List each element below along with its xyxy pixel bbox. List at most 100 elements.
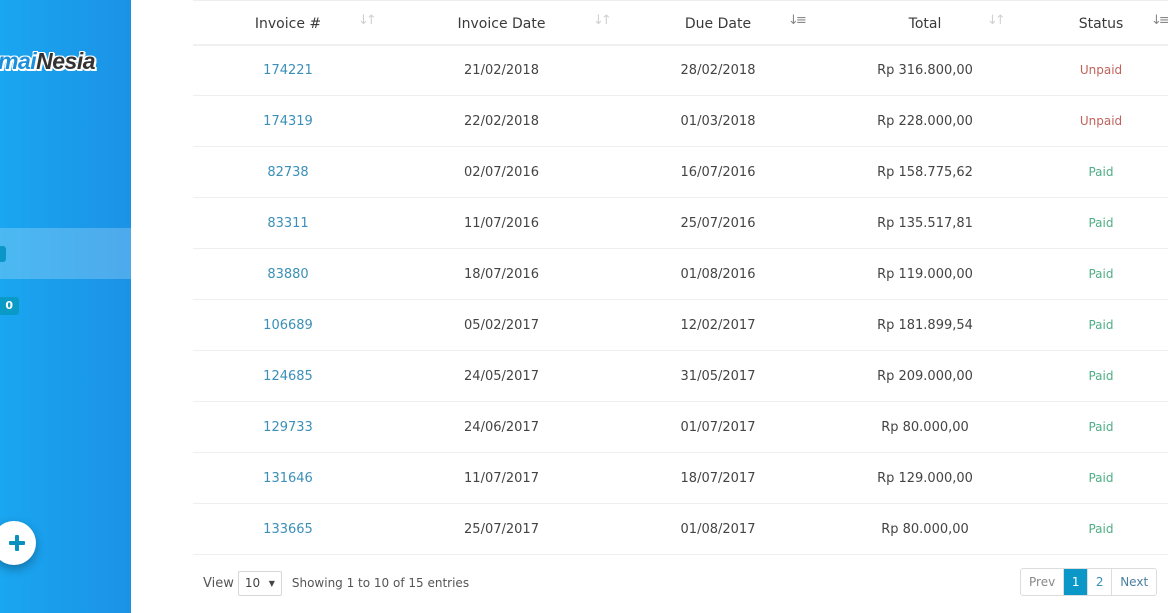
due-date-cell: 18/07/2017: [680, 470, 756, 486]
invoice-number-cell: 174221: [193, 45, 383, 96]
table-row: 133665 25/07/2017 01/08/2017 Rp 80.000,00 Pa…: [193, 504, 1168, 555]
invoice-number-cell: 124685: [193, 351, 383, 402]
invoice-number-cell: 83880: [193, 249, 383, 300]
invoice-link[interactable]: 133665: [263, 522, 313, 537]
sidebar-item-active[interactable]: [0, 228, 131, 279]
column-label: Total: [908, 16, 942, 33]
table-row: 174221 21/02/2018 28/02/2018 Rp 316.800,00 U…: [193, 45, 1168, 96]
column-header-status[interactable]: Status ↓≡: [1034, 1, 1168, 45]
column-label: Invoice Date: [457, 16, 546, 33]
total-cell: Rp 158.775,62: [877, 164, 973, 180]
table-row: 124685 24/05/2017 31/05/2017 Rp 209.000,00 P…: [193, 351, 1168, 402]
page-size-select[interactable]: 10 ▼: [237, 570, 282, 596]
page-button-2[interactable]: 2: [1088, 569, 1113, 595]
table-header-row: Invoice # ↓↑ Invoice Date ↓↑ Due Date ↓≡…: [193, 0, 1168, 45]
invoice-date-cell: 22/02/2018: [464, 113, 539, 129]
table-footer: View 10 ▼ Showing 1 to 10 of 15 entries: [203, 570, 469, 596]
logo-text-part2: Nesia: [36, 48, 96, 74]
table-row: 83880 18/07/2016 01/08/2016 Rp 119.000,00 Pa…: [193, 249, 1168, 300]
total-cell: Rp 316.800,00: [877, 62, 973, 78]
invoice-link[interactable]: 174319: [263, 114, 313, 129]
sidebar-item-indicator: [0, 246, 6, 262]
status-badge: Paid: [1088, 318, 1114, 332]
table-row: 129733 24/06/2017 01/07/2017 Rp 80.000,00 Pa…: [193, 402, 1168, 453]
invoice-date-cell: 21/02/2018: [464, 62, 539, 78]
sort-descending-icon[interactable]: ↓≡: [1151, 13, 1168, 28]
invoice-date-cell: 11/07/2017: [464, 470, 539, 486]
invoice-date-cell: 24/05/2017: [464, 368, 539, 384]
status-badge: Paid: [1088, 522, 1114, 536]
status-badge: Paid: [1088, 216, 1114, 230]
table-row: 83311 11/07/2016 25/07/2016 Rp 135.517,81 Pa…: [193, 198, 1168, 249]
invoice-link[interactable]: 82738: [267, 165, 308, 180]
total-cell: Rp 129.000,00: [877, 470, 973, 486]
invoice-link[interactable]: 106689: [263, 318, 313, 333]
invoice-date-cell: 05/02/2017: [464, 317, 539, 333]
plus-icon: [9, 535, 25, 551]
invoice-number-cell: 82738: [193, 147, 383, 198]
due-date-cell: 01/07/2017: [680, 419, 756, 435]
invoice-date-cell: 24/06/2017: [464, 419, 539, 435]
invoice-date-cell: 18/07/2016: [464, 266, 539, 282]
due-date-cell: 31/05/2017: [680, 368, 756, 384]
invoice-number-cell: 131646: [193, 453, 383, 504]
sidebar-count-badge: 0: [0, 297, 19, 315]
due-date-cell: 01/03/2018: [680, 113, 756, 129]
page-button-1[interactable]: 1: [1064, 569, 1089, 595]
next-page-button[interactable]: Next: [1112, 569, 1156, 595]
due-date-cell: 28/02/2018: [680, 62, 756, 78]
sort-both-icon[interactable]: ↓↑: [593, 13, 612, 28]
prev-page-button[interactable]: Prev: [1021, 569, 1065, 595]
table-row: 82738 02/07/2016 16/07/2016 Rp 158.775,62 Pa…: [193, 147, 1168, 198]
invoice-number-cell: 174319: [193, 96, 383, 147]
total-cell: Rp 119.000,00: [877, 266, 973, 282]
table-row: 131646 11/07/2017 18/07/2017 Rp 129.000,00 P…: [193, 453, 1168, 504]
add-button[interactable]: [0, 521, 36, 565]
dropdown-caret-icon: ▼: [268, 578, 275, 588]
status-badge: Paid: [1088, 471, 1114, 485]
total-cell: Rp 80.000,00: [881, 419, 969, 435]
page-size-value: 10: [244, 576, 261, 590]
total-cell: Rp 181.899,54: [877, 317, 973, 333]
invoice-link[interactable]: 131646: [263, 471, 313, 486]
status-badge: Unpaid: [1079, 114, 1123, 128]
total-cell: Rp 228.000,00: [877, 113, 973, 129]
invoice-number-cell: 133665: [193, 504, 383, 555]
status-badge: Paid: [1088, 267, 1114, 281]
sort-ascending-icon[interactable]: ↓≡: [788, 13, 807, 28]
due-date-cell: 12/02/2017: [680, 317, 756, 333]
invoice-link[interactable]: 174221: [263, 63, 313, 78]
column-label: Status: [1078, 16, 1124, 33]
invoice-link[interactable]: 129733: [263, 420, 313, 435]
invoice-link[interactable]: 83880: [267, 267, 308, 282]
sort-both-icon[interactable]: ↓↑: [358, 13, 377, 28]
status-badge: Paid: [1088, 420, 1114, 434]
invoice-number-cell: 129733: [193, 402, 383, 453]
table-row: 174319 22/02/2018 01/03/2018 Rp 228.000,00 U…: [193, 96, 1168, 147]
view-label: View: [203, 575, 234, 591]
sort-both-icon[interactable]: ↓↑: [987, 13, 1006, 28]
total-cell: Rp 209.000,00: [877, 368, 973, 384]
pagination: Prev 1 2 Next: [1020, 568, 1158, 596]
invoice-number-cell: 83311: [193, 198, 383, 249]
invoice-date-cell: 02/07/2016: [464, 164, 539, 180]
total-cell: Rp 80.000,00: [881, 521, 969, 537]
status-badge: Unpaid: [1079, 63, 1123, 78]
invoice-number-cell: 106689: [193, 300, 383, 351]
column-header-due-date[interactable]: Due Date ↓≡: [620, 1, 816, 45]
column-header-invoice[interactable]: Invoice # ↓↑: [193, 1, 383, 45]
invoice-table: Invoice # ↓↑ Invoice Date ↓↑ Due Date ↓≡…: [193, 0, 1168, 555]
invoice-date-cell: 25/07/2017: [464, 521, 539, 537]
invoice-link[interactable]: 83311: [267, 216, 308, 231]
entries-info: Showing 1 to 10 of 15 entries: [291, 576, 470, 590]
due-date-cell: 01/08/2017: [680, 521, 756, 537]
status-badge: Paid: [1088, 369, 1114, 383]
brand-logo[interactable]: maiNesia: [0, 46, 96, 76]
column-header-total[interactable]: Total ↓↑: [816, 1, 1034, 45]
column-header-invoice-date[interactable]: Invoice Date ↓↑: [383, 1, 620, 45]
invoice-link[interactable]: 124685: [263, 369, 313, 384]
table-row: 106689 05/02/2017 12/02/2017 Rp 181.899,54 P…: [193, 300, 1168, 351]
total-cell: Rp 135.517,81: [877, 215, 973, 231]
column-label: Due Date: [684, 16, 752, 33]
sidebar: maiNesia 0: [0, 0, 131, 613]
